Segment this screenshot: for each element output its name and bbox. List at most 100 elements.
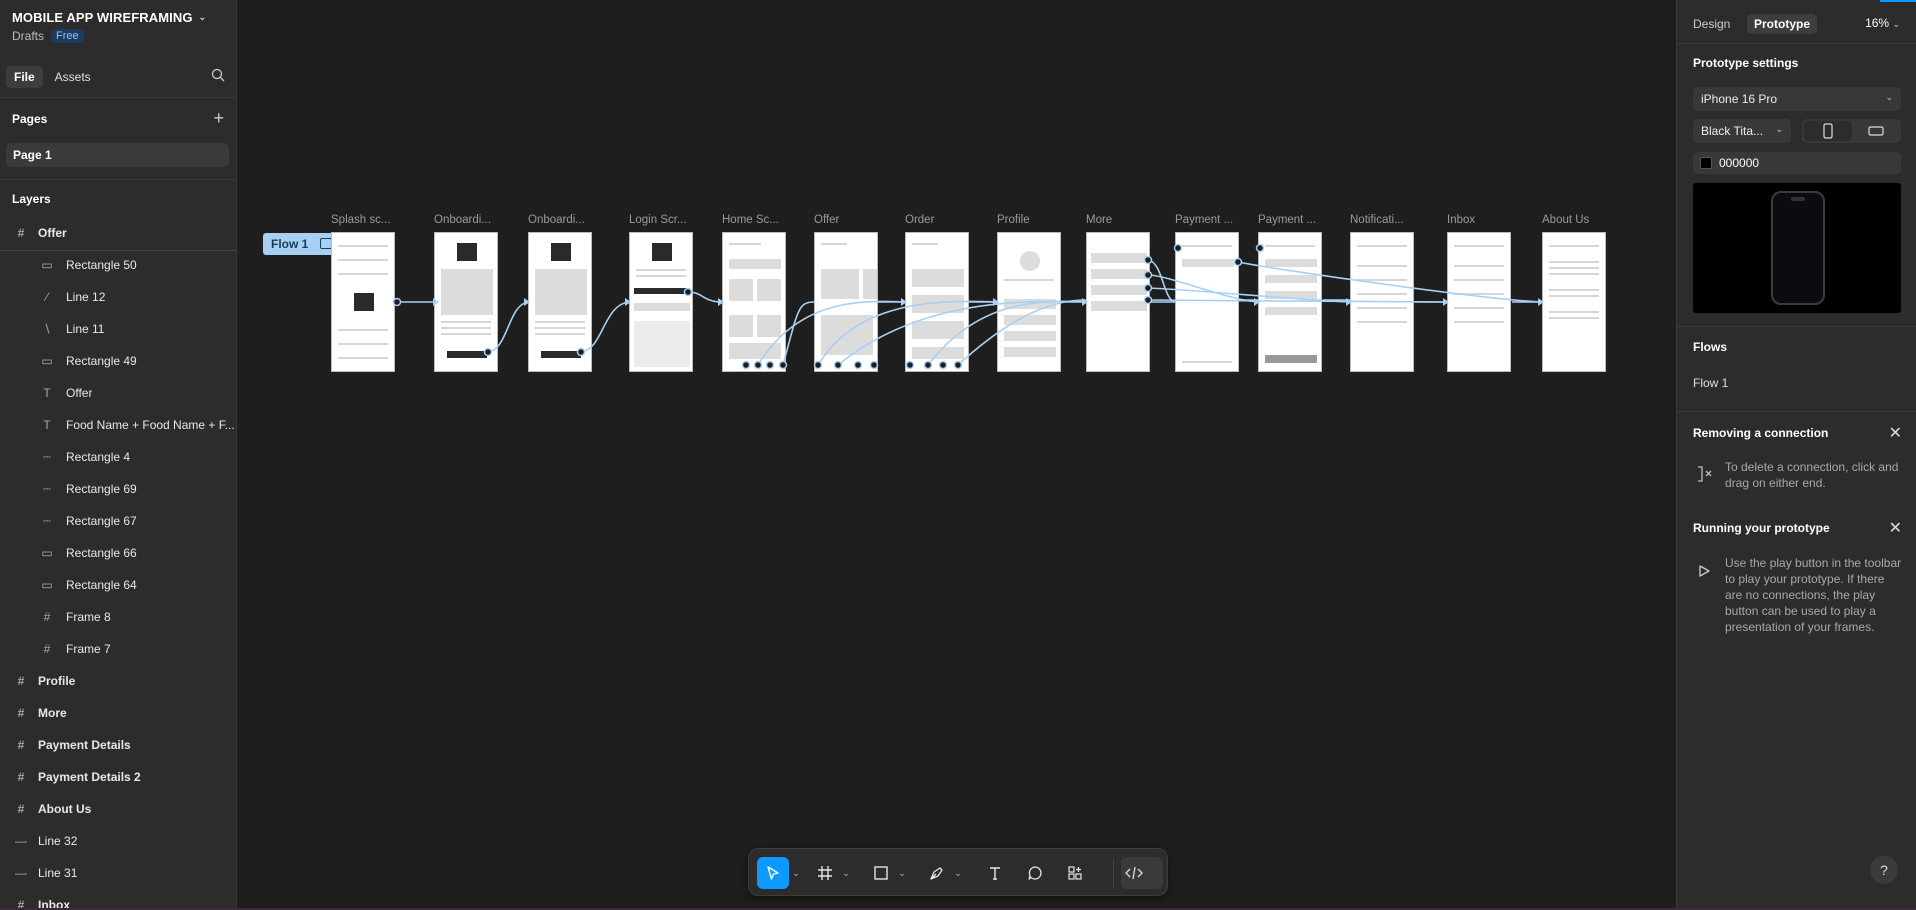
frame-icon: # bbox=[43, 610, 51, 624]
divider bbox=[0, 250, 236, 251]
search-icon[interactable] bbox=[211, 68, 225, 87]
zoom-control[interactable]: 16% ⌄ bbox=[1865, 16, 1900, 30]
layer-about-us[interactable]: # About Us bbox=[0, 793, 236, 825]
model-value: Black Tita... bbox=[1701, 124, 1764, 138]
model-select[interactable]: Black Tita... ⌄ bbox=[1693, 119, 1791, 143]
phone-icon bbox=[1771, 191, 1825, 305]
layer-rectangle-64[interactable]: ▭ Rectangle 64 bbox=[0, 569, 236, 601]
layer-profile[interactable]: # Profile bbox=[0, 665, 236, 697]
pen-tool-icon bbox=[930, 867, 943, 880]
layer-text-food-name[interactable]: T Food Name + Food Name + F... bbox=[0, 409, 236, 441]
prototype-connections[interactable] bbox=[238, 0, 1676, 910]
frame-icon: # bbox=[17, 226, 25, 240]
landscape-button[interactable] bbox=[1852, 121, 1900, 141]
layers-list: # Offer ▭ Rectangle 50 ∕ Line 12 ∖ Line 11 ▭… bbox=[0, 217, 236, 910]
layers-title: Layers bbox=[12, 192, 51, 206]
text-icon: T bbox=[43, 386, 51, 400]
layer-rectangle-66[interactable]: ▭ Rectangle 66 bbox=[0, 537, 236, 569]
layer-line-31[interactable]: — Line 31 bbox=[0, 857, 236, 889]
divider bbox=[0, 179, 236, 180]
layer-line-11[interactable]: ∖ Line 11 bbox=[0, 313, 236, 345]
tab-file[interactable]: File bbox=[6, 66, 43, 88]
chevron-down-icon: ⌄ bbox=[1775, 124, 1783, 134]
tab-prototype[interactable]: Prototype bbox=[1747, 14, 1818, 34]
chevron-down-icon[interactable]: ⌄ bbox=[199, 12, 207, 23]
frame-tool-chevron[interactable]: ⌄ bbox=[841, 857, 851, 889]
shape-tool-chevron[interactable]: ⌄ bbox=[897, 857, 907, 889]
divider bbox=[1677, 411, 1916, 412]
tab-design[interactable]: Design bbox=[1686, 14, 1737, 34]
layer-payment-details-2[interactable]: # Payment Details 2 bbox=[0, 761, 236, 793]
add-page-icon[interactable]: + bbox=[213, 109, 224, 127]
layer-rectangle-49[interactable]: ▭ Rectangle 49 bbox=[0, 345, 236, 377]
left-panel: MOBILE APP WIREFRAMING ⌄ Drafts Free Fil… bbox=[0, 0, 237, 910]
file-title[interactable]: MOBILE APP WIREFRAMING ⌄ bbox=[12, 10, 206, 25]
close-icon[interactable]: ✕ bbox=[1889, 518, 1902, 538]
flows-title: Flows bbox=[1693, 340, 1728, 354]
share-button-edge[interactable] bbox=[1880, 0, 1916, 2]
move-tool-button[interactable] bbox=[757, 857, 789, 889]
layer-rectangle-4[interactable]: ┄ Rectangle 4 bbox=[0, 441, 236, 473]
layer-line-12[interactable]: ∕ Line 12 bbox=[0, 281, 236, 313]
chevron-down-icon: ⌄ bbox=[792, 867, 800, 878]
running-prototype-text: Use the play button in the toolbar to pl… bbox=[1725, 556, 1902, 634]
portrait-button[interactable] bbox=[1804, 121, 1852, 141]
disconnect-icon bbox=[1695, 464, 1715, 489]
canvas[interactable]: Flow 1 Splash sc... Onboardi... Onboardi… bbox=[238, 0, 1676, 910]
page-item-1[interactable]: Page 1 bbox=[6, 143, 229, 167]
background-color-field[interactable]: 000000 bbox=[1693, 152, 1901, 174]
figma-app: MOBILE APP WIREFRAMING ⌄ Drafts Free Fil… bbox=[0, 0, 1916, 910]
rectangle-icon: ▭ bbox=[41, 578, 53, 592]
play-icon bbox=[1697, 564, 1711, 583]
comment-tool-button[interactable] bbox=[1021, 857, 1049, 889]
orientation-toggle bbox=[1802, 119, 1901, 143]
layer-frame-8[interactable]: # Frame 8 bbox=[0, 601, 236, 633]
zoom-value: 16% bbox=[1865, 16, 1890, 30]
layer-rectangle-69[interactable]: ┄ Rectangle 69 bbox=[0, 473, 236, 505]
layer-rectangle-50[interactable]: ▭ Rectangle 50 bbox=[0, 249, 236, 281]
drafts-label[interactable]: Drafts bbox=[12, 29, 44, 43]
chevron-down-icon: ⌄ bbox=[842, 867, 850, 878]
layer-offer[interactable]: # Offer bbox=[0, 217, 236, 249]
rectangle-icon: ▭ bbox=[41, 354, 53, 368]
layer-inbox[interactable]: # Inbox bbox=[0, 889, 236, 910]
frame-icon: # bbox=[43, 642, 51, 656]
plan-badge: Free bbox=[51, 29, 84, 43]
layer-more[interactable]: # More bbox=[0, 697, 236, 729]
close-icon[interactable]: ✕ bbox=[1889, 423, 1902, 443]
layer-text-offer[interactable]: T Offer bbox=[0, 377, 236, 409]
layer-payment-details[interactable]: # Payment Details bbox=[0, 729, 236, 761]
flow-item-1[interactable]: Flow 1 bbox=[1693, 376, 1728, 390]
frame-tool-button[interactable] bbox=[811, 857, 839, 889]
landscape-icon bbox=[1868, 126, 1884, 136]
layer-line-32[interactable]: — Line 32 bbox=[0, 825, 236, 857]
frame-icon: # bbox=[17, 706, 25, 720]
chevron-down-icon: ⌄ bbox=[898, 867, 906, 878]
actions-icon bbox=[1068, 866, 1082, 880]
move-tool-chevron[interactable]: ⌄ bbox=[791, 857, 801, 889]
rectangle-tool-icon bbox=[874, 866, 888, 880]
divider bbox=[1677, 326, 1916, 327]
code-icon bbox=[1125, 866, 1143, 880]
frame-icon: # bbox=[17, 738, 25, 752]
portrait-icon bbox=[1823, 123, 1833, 139]
pen-tool-chevron[interactable]: ⌄ bbox=[953, 857, 963, 889]
text-tool-button[interactable] bbox=[981, 857, 1009, 889]
actions-tool-button[interactable] bbox=[1061, 857, 1089, 889]
color-swatch[interactable] bbox=[1700, 157, 1712, 169]
rectangle-dashed-icon: ┄ bbox=[43, 482, 51, 496]
frame-tool-icon bbox=[818, 866, 832, 880]
divider bbox=[0, 97, 236, 98]
pen-tool-button[interactable] bbox=[923, 857, 951, 889]
dev-mode-toggle[interactable] bbox=[1121, 857, 1163, 889]
device-select[interactable]: iPhone 16 Pro ⌄ bbox=[1693, 87, 1901, 111]
layer-frame-7[interactable]: # Frame 7 bbox=[0, 633, 236, 665]
layer-rectangle-67[interactable]: ┄ Rectangle 67 bbox=[0, 505, 236, 537]
help-button[interactable]: ? bbox=[1870, 856, 1898, 884]
removing-connection-text: To delete a connection, click and drag o… bbox=[1725, 460, 1899, 490]
rectangle-dashed-icon: ┄ bbox=[43, 514, 51, 528]
tab-assets[interactable]: Assets bbox=[47, 66, 99, 88]
comment-icon bbox=[1028, 866, 1042, 880]
divider bbox=[1677, 43, 1916, 44]
shape-tool-button[interactable] bbox=[867, 857, 895, 889]
